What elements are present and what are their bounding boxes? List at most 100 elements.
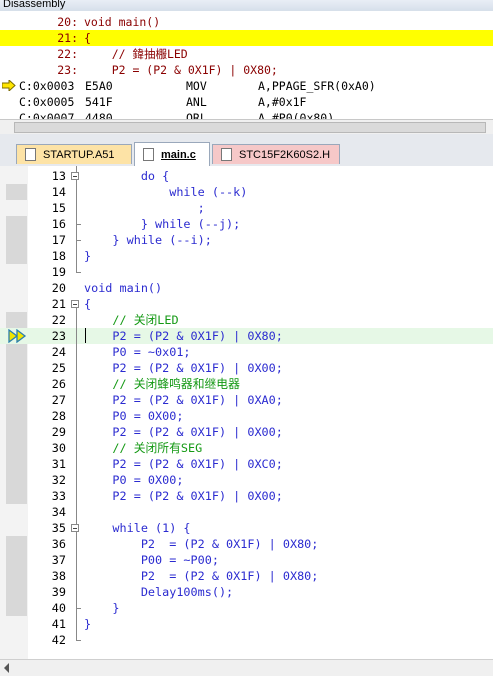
code-line[interactable]: 42 <box>0 632 493 648</box>
line-number: 14 <box>51 185 66 199</box>
code-text: } while (--j); <box>84 217 241 231</box>
disassembly-source-line[interactable]: 20: void main() <box>0 14 493 30</box>
line-number: 35 <box>51 521 66 535</box>
code-line[interactable]: 19 <box>0 264 493 280</box>
asm-ops: A,#0x1F <box>258 95 307 109</box>
code-line[interactable]: 41} <box>0 616 493 632</box>
scroll-left-arrow-icon[interactable] <box>4 663 9 673</box>
file-icon <box>143 148 154 161</box>
line-number: 18 <box>51 249 66 263</box>
code-text: P00 = ~P00; <box>84 553 219 567</box>
tab-label: main.c <box>161 149 196 161</box>
disassembly-source-text: void main() <box>84 15 161 29</box>
disassembly-line-number: 23: <box>57 63 78 77</box>
current-instruction-arrow-icon <box>2 80 16 91</box>
line-number: 24 <box>51 345 66 359</box>
code-comment: // 关闭蜂鸣器和继电器 <box>84 377 240 391</box>
text-cursor <box>85 328 86 343</box>
code-line[interactable]: 37 P00 = ~P00; <box>0 552 493 568</box>
asm-mnem: MOV <box>186 79 207 93</box>
fold-guide <box>76 308 77 640</box>
code-line[interactable]: 32 P0 = 0X00; <box>0 472 493 488</box>
line-number: 19 <box>51 265 66 279</box>
code-line[interactable]: 38 P2 = (P2 & 0X1F) | 0X80; <box>0 568 493 584</box>
line-number: 32 <box>51 473 66 487</box>
line-number: 25 <box>51 361 66 375</box>
code-line[interactable]: 25 P2 = (P2 & 0X1F) | 0X00; <box>0 360 493 376</box>
code-line[interactable]: 18} <box>0 248 493 264</box>
disassembly-source-line[interactable]: 21: { <box>0 30 493 46</box>
asm-addr: C:0x0003 <box>19 79 75 93</box>
code-line[interactable]: 14 while (--k) <box>0 184 493 200</box>
code-text: P2 = (P2 & 0X1F) | 0X80; <box>84 329 283 343</box>
code-line[interactable]: 29 P2 = (P2 & 0X1F) | 0X00; <box>0 424 493 440</box>
code-line[interactable]: 24 P0 = ~0x01; <box>0 344 493 360</box>
disassembly-instruction-row[interactable]: C:0x0003 E5A0 MOV A,PPAGE_SFR(0xA0) <box>0 78 493 94</box>
line-number: 31 <box>51 457 66 471</box>
execution-point-arrow-icon <box>8 329 27 343</box>
code-text: void main() <box>84 281 163 295</box>
code-line[interactable]: 39 Delay100ms(); <box>0 584 493 600</box>
code-line[interactable]: 33 P2 = (P2 & 0X1F) | 0X00; <box>0 488 493 504</box>
code-line[interactable]: 23 P2 = (P2 & 0X1F) | 0X80; <box>0 328 493 344</box>
fold-guide <box>76 166 77 272</box>
code-line[interactable]: 30 // 关闭所有SEG <box>0 440 493 456</box>
code-text: P2 = (P2 & 0X1F) | 0X80; <box>84 569 319 583</box>
code-line[interactable]: 28 P0 = 0X00; <box>0 408 493 424</box>
tab-main-c[interactable]: main.c <box>134 142 210 167</box>
code-line[interactable]: 16 } while (--j); <box>0 216 493 232</box>
code-text: P2 = (P2 & 0X1F) | 0X00; <box>84 489 283 503</box>
code-text: P0 = 0X00; <box>84 409 184 423</box>
file-icon <box>221 148 232 161</box>
disassembly-source-line[interactable]: 23: P2 = (P2 & 0X1F) | 0X80; <box>0 62 493 78</box>
tab-label: STARTUP.A51 <box>43 149 115 161</box>
code-line[interactable]: 36 P2 = (P2 & 0X1F) | 0X80; <box>0 536 493 552</box>
code-text: } <box>84 249 92 263</box>
editor-horizontal-scrollbar[interactable] <box>0 659 493 676</box>
tab-startup-a51[interactable]: STARTUP.A51 <box>16 144 132 164</box>
code-comment: // 关闭LED <box>84 313 179 327</box>
line-number: 15 <box>51 201 66 215</box>
code-line[interactable]: 40 } <box>0 600 493 616</box>
disassembly-line-number: 21: <box>57 31 78 45</box>
disassembly-scroll-thumb[interactable] <box>14 122 486 133</box>
code-line[interactable]: 22 // 关闭LED <box>0 312 493 328</box>
disassembly-pane[interactable]: 20: void main() 21:{22: // 鍏抽棴LED 23: P2 = … <box>0 11 493 121</box>
disassembly-line-number: 22: <box>57 47 78 61</box>
code-text: ; <box>84 201 205 215</box>
asm-ops: A,PPAGE_SFR(0xA0) <box>258 79 376 93</box>
code-text: } <box>84 617 92 631</box>
disassembly-horizontal-scrollbar[interactable] <box>0 119 493 134</box>
line-number: 29 <box>51 425 66 439</box>
line-number: 41 <box>51 617 66 631</box>
code-text: do { <box>84 169 170 183</box>
code-text: } <box>84 601 120 615</box>
code-editor[interactable]: 13 do {14 while (--k) 15 ; 16 } while (--j… <box>0 166 493 659</box>
line-number: 23 <box>51 329 66 343</box>
line-number: 36 <box>51 537 66 551</box>
asm-bytes: 541F <box>85 95 113 109</box>
fold-collapse-icon[interactable] <box>71 524 79 532</box>
code-line[interactable]: 31 P2 = (P2 & 0X1F) | 0XC0; <box>0 456 493 472</box>
tab-label: STC15F2K60S2.H <box>239 149 331 161</box>
tab-stc15f2k60s2-h[interactable]: STC15F2K60S2.H <box>212 144 340 164</box>
code-line[interactable]: 20 void main() <box>0 280 493 296</box>
code-text: P2 = (P2 & 0X1F) | 0X80; <box>84 537 319 551</box>
code-line[interactable]: 34 <box>0 504 493 520</box>
line-number: 40 <box>51 601 66 615</box>
code-line[interactable]: 27 P2 = (P2 & 0X1F) | 0XA0; <box>0 392 493 408</box>
line-number: 30 <box>51 441 66 455</box>
editor-tab-strip: STARTUP.A51 main.c STC15F2K60S2.H <box>0 134 493 167</box>
code-text: { <box>84 297 92 311</box>
code-line[interactable]: 17 } while (--i); <box>0 232 493 248</box>
disassembly-source-line[interactable]: 22: // 鍏抽棴LED <box>0 46 493 62</box>
code-line[interactable]: 26 // 关闭蜂鸣器和继电器 <box>0 376 493 392</box>
code-text: Delay100ms(); <box>84 585 234 599</box>
code-line[interactable]: 15 ; <box>0 200 493 216</box>
line-number: 37 <box>51 553 66 567</box>
line-number: 38 <box>51 569 66 583</box>
fold-collapse-icon[interactable] <box>71 172 79 180</box>
fold-collapse-icon[interactable] <box>71 300 79 308</box>
code-text: while (1) { <box>84 521 191 535</box>
disassembly-instruction-row[interactable]: C:0x0005 541F ANL A,#0x1F <box>0 94 493 110</box>
